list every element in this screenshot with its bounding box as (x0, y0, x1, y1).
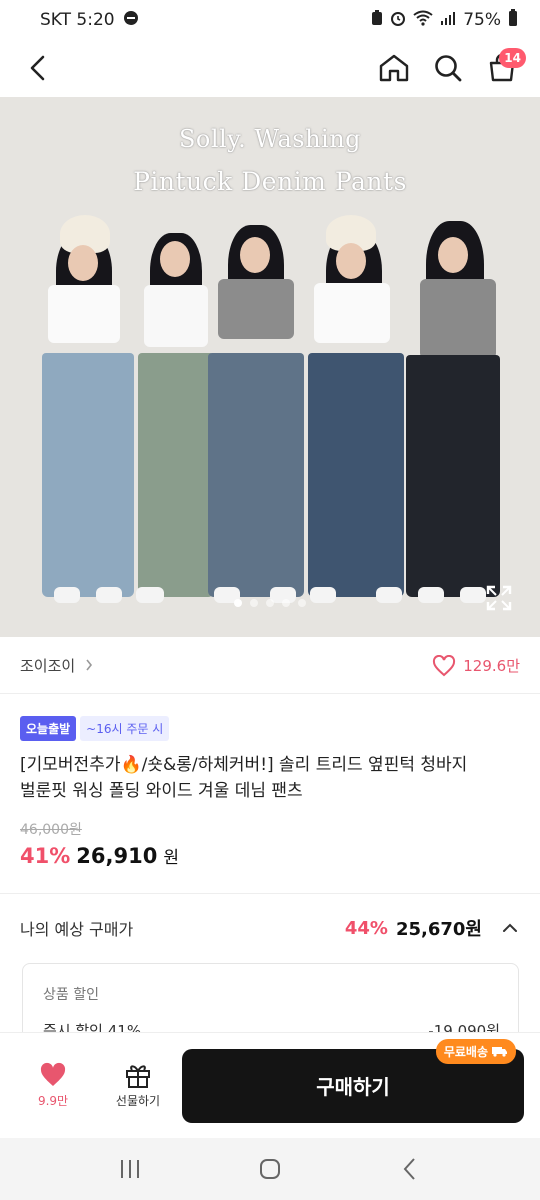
carousel-indicator (0, 599, 540, 607)
section-divider (0, 893, 540, 894)
search-button[interactable] (428, 48, 468, 88)
heart-outline-icon (433, 654, 456, 676)
carousel-dot[interactable] (298, 599, 306, 607)
model-photo-5 (402, 215, 502, 615)
purchase-bar: 9.9만 선물하기 구매하기 무료배송 (0, 1032, 540, 1138)
signal-icon (440, 10, 456, 30)
cart-button[interactable]: 14 (482, 48, 526, 88)
seller-link[interactable]: 조이조이 (20, 655, 93, 676)
dnd-icon (123, 10, 139, 30)
home-button[interactable] (374, 48, 414, 88)
sale-price: 26,910 (76, 844, 158, 868)
product-title: [기모버전추가🔥/숏&롱/하체커버!] 솔리 트리드 옆핀턱 청바지 벌룬핏 워… (20, 752, 520, 804)
model-photo-4 (306, 215, 406, 615)
model-photo-3 (206, 215, 306, 615)
home-icon (379, 54, 409, 82)
seller-like-button[interactable]: 129.6만 (432, 654, 520, 677)
product-discount-heading: 상품 할인 (43, 987, 99, 1003)
android-navigation-bar (0, 1138, 540, 1200)
home-nav-button[interactable] (245, 1149, 295, 1189)
expand-image-button[interactable] (486, 585, 512, 611)
expand-icon (486, 585, 512, 611)
gift-label: 선물하기 (115, 1094, 161, 1108)
carousel-dot[interactable] (250, 599, 258, 607)
product-title-line2: 벌룬핏 워싱 폴딩 와이드 겨울 데님 팬츠 (20, 781, 303, 801)
back-button[interactable] (18, 48, 58, 88)
product-image-carousel[interactable]: Solly. Washing Pintuck Denim Pants (0, 97, 540, 637)
order-cutoff-badge: ~16시 주문 시 (80, 716, 170, 741)
carousel-dot[interactable] (234, 599, 242, 607)
today-shipping-badge: 오늘출발 (20, 716, 77, 741)
recent-apps-button[interactable] (105, 1149, 155, 1189)
back-arrow-icon (403, 1158, 415, 1180)
hero-title-line1: Solly. Washing (178, 125, 362, 153)
carousel-dot[interactable] (282, 599, 290, 607)
expected-price-label: 나의 예상 구매가 (20, 920, 134, 939)
chevron-left-icon (30, 55, 45, 81)
seller-row: 조이조이 129.6만 (0, 638, 540, 694)
model-photo-1 (38, 215, 138, 615)
discount-rate: 41% (20, 844, 71, 868)
free-shipping-badge: 무료배송 (435, 1038, 516, 1064)
expected-price: 25,670원 (395, 919, 482, 940)
truck-icon (492, 1047, 507, 1057)
home-circle-icon (260, 1159, 280, 1179)
seller-name: 조이조이 (20, 657, 76, 675)
status-bar: SKT 5:20 75% (0, 0, 540, 40)
free-shipping-label: 무료배송 (443, 1044, 488, 1059)
hero-title-line2: Pintuck Denim Pants (133, 167, 407, 196)
seller-like-count: 129.6만 (463, 657, 520, 675)
search-icon (435, 55, 462, 82)
product-title-line1: [기모버전추가🔥/숏&롱/하체커버!] 솔리 트리드 옆핀턱 청바지 (20, 755, 468, 775)
wishlist-count: 9.9만 (37, 1094, 69, 1108)
alarm-icon (390, 10, 406, 30)
back-nav-button[interactable] (385, 1149, 435, 1189)
wishlist-button[interactable]: 9.9만 (20, 1062, 86, 1109)
top-nav: 14 (0, 40, 540, 96)
gift-button[interactable]: 선물하기 (98, 1062, 178, 1109)
battery-saver-icon (371, 10, 383, 30)
price-row: 41% 26,910 원 (20, 843, 179, 868)
currency-unit: 원 (163, 848, 179, 868)
carousel-dot[interactable] (266, 599, 274, 607)
wifi-icon (413, 10, 433, 30)
original-price: 46,000원 (20, 822, 82, 838)
expected-price-toggle[interactable]: 나의 예상 구매가 44% 25,670원 (20, 910, 520, 946)
chevron-right-icon (85, 657, 93, 675)
battery-icon (508, 9, 518, 31)
delivery-badges: 오늘출발 ~16시 주문 시 (20, 716, 170, 741)
chevron-up-icon (500, 918, 520, 938)
cart-count-badge: 14 (499, 48, 526, 68)
heart-filled-icon (40, 1062, 66, 1086)
carrier-time: SKT 5:20 (40, 10, 115, 30)
expected-discount-rate: 44% (344, 917, 388, 939)
gift-icon (126, 1065, 150, 1088)
recent-apps-icon (121, 1160, 139, 1178)
battery-level: 75% (463, 10, 501, 30)
